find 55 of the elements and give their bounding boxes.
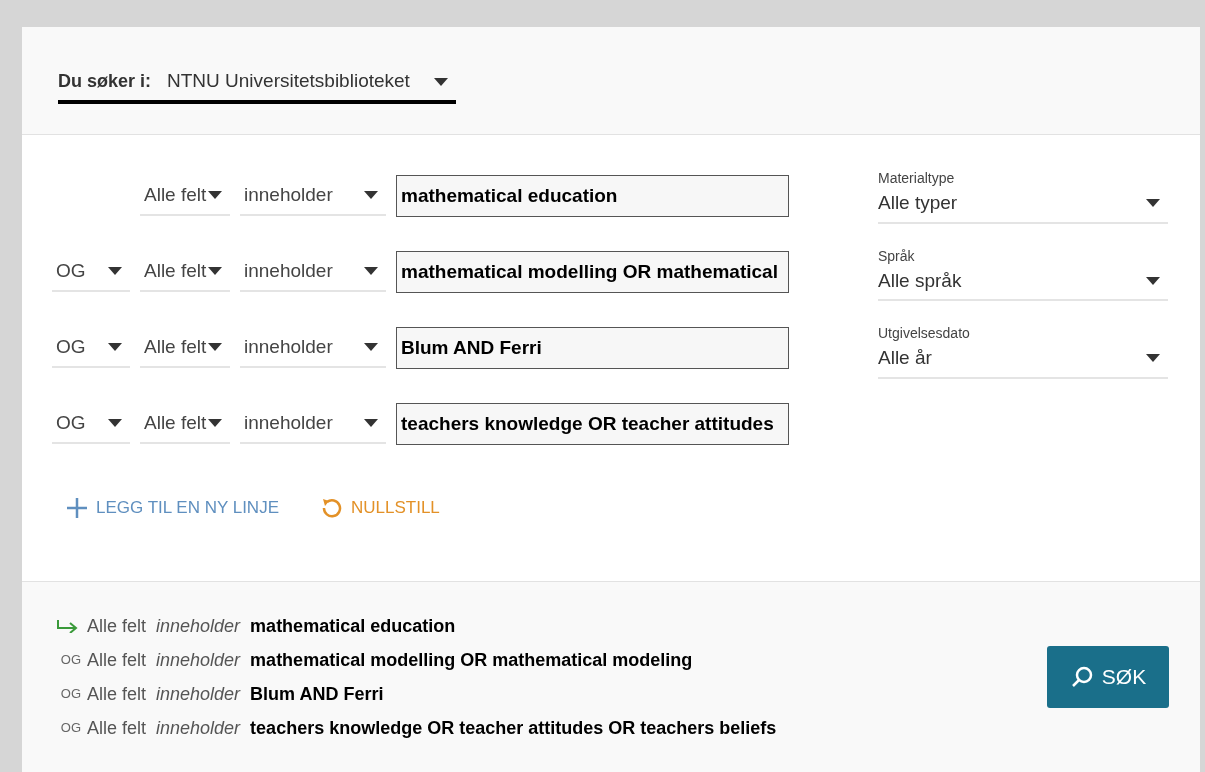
- caret-icon: [1146, 354, 1160, 363]
- scope-label: Du søker i:: [58, 70, 152, 93]
- filter-select[interactable]: Alle år: [878, 344, 1168, 379]
- filter-select[interactable]: Alle språk: [878, 266, 1168, 301]
- operator-select[interactable]: OG: [52, 404, 130, 444]
- caret-icon: [208, 419, 222, 427]
- search-input[interactable]: teachers knowledge OR teacher attitudes: [396, 403, 789, 445]
- filter-label: Materialtype: [878, 169, 956, 188]
- operator-label: OG: [59, 719, 81, 738]
- caret-icon: [364, 343, 378, 351]
- search-input[interactable]: mathematical modelling OR mathematical: [396, 251, 789, 293]
- field-select[interactable]: Alle felt: [140, 252, 230, 292]
- caret-icon: [108, 419, 122, 427]
- field-label: Alle felt: [87, 716, 147, 740]
- query-text: Blum AND Ferri: [250, 682, 384, 706]
- condition-label: inneholder: [156, 716, 241, 740]
- caret-icon: [364, 419, 378, 427]
- query-text: teachers knowledge OR teacher attitudes OR teachers beliefs: [250, 716, 777, 740]
- caret-icon: [364, 191, 378, 199]
- operator-select[interactable]: OG: [52, 328, 130, 368]
- field-label: Alle felt: [87, 614, 147, 638]
- query-text: mathematical education: [250, 614, 456, 638]
- filter-select[interactable]: Alle typer: [878, 189, 1168, 224]
- caret-icon: [208, 191, 222, 199]
- query-text: mathematical modelling OR mathematical modeling: [250, 648, 693, 672]
- search-input[interactable]: mathematical education: [396, 175, 789, 217]
- caret-icon: [208, 343, 222, 351]
- condition-select[interactable]: inneholder: [240, 328, 386, 368]
- search-button[interactable]: SØK: [1047, 646, 1169, 708]
- caret-icon: [1146, 199, 1160, 208]
- library-select[interactable]: NTNU Universitetsbiblioteket: [167, 67, 448, 96]
- field-label: Alle felt: [87, 682, 147, 706]
- filter-label: Språk: [878, 246, 916, 266]
- caret-icon: [364, 267, 378, 275]
- field-label: Alle felt: [87, 648, 147, 672]
- plus-icon: [66, 496, 88, 519]
- condition-label: inneholder: [156, 648, 241, 672]
- condition-select[interactable]: inneholder: [240, 252, 386, 292]
- operator-label: OG: [59, 651, 81, 670]
- caret-icon: [1146, 276, 1160, 285]
- caret-icon: [108, 343, 122, 351]
- condition-label: inneholder: [156, 614, 241, 638]
- caret-icon: [208, 267, 222, 275]
- search-input[interactable]: Blum AND Ferri: [396, 327, 789, 369]
- condition-select[interactable]: inneholder: [240, 176, 386, 216]
- condition-label: inneholder: [156, 682, 241, 706]
- field-select[interactable]: Alle felt: [140, 328, 230, 368]
- field-select[interactable]: Alle felt: [140, 404, 230, 444]
- field-select[interactable]: Alle felt: [140, 176, 230, 216]
- condition-select[interactable]: inneholder: [240, 404, 386, 444]
- operator-label: OG: [59, 685, 81, 704]
- caret-icon: [108, 267, 122, 275]
- caret-icon: [433, 77, 448, 86]
- filter-label: Utgivelsesdato: [878, 324, 971, 343]
- operator-select[interactable]: OG: [52, 252, 130, 292]
